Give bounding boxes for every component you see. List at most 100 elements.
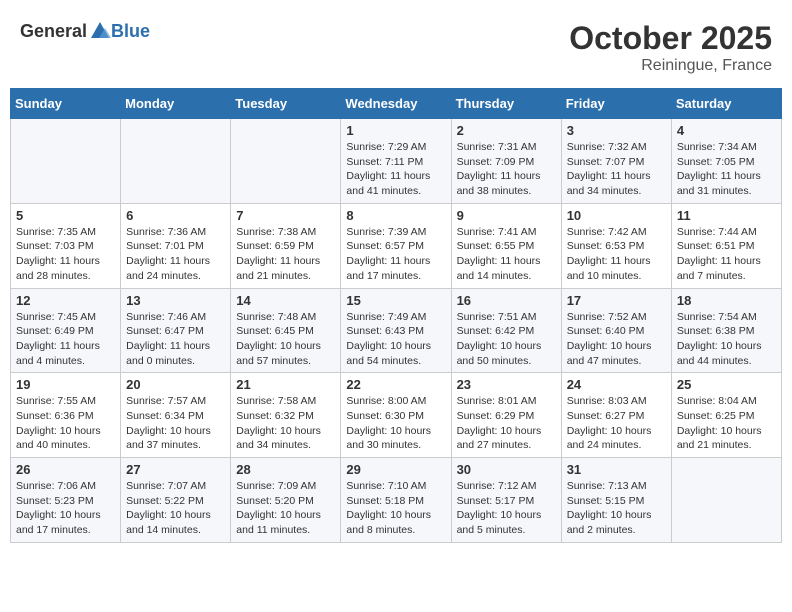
day-info: Sunrise: 7:07 AM Sunset: 5:22 PM Dayligh… [126,479,225,538]
calendar-cell: 20 Sunrise: 7:57 AM Sunset: 6:34 PM Dayli… [121,373,231,458]
day-info: Sunrise: 7:36 AM Sunset: 7:01 PM Dayligh… [126,225,225,284]
calendar-cell: 29 Sunrise: 7:10 AM Sunset: 5:18 PM Dayli… [341,458,451,543]
calendar-cell: 28 Sunrise: 7:09 AM Sunset: 5:20 PM Dayli… [231,458,341,543]
calendar-cell: 26 Sunrise: 7:06 AM Sunset: 5:23 PM Dayli… [11,458,121,543]
day-info: Sunrise: 7:45 AM Sunset: 6:49 PM Dayligh… [16,310,115,369]
calendar-cell: 27 Sunrise: 7:07 AM Sunset: 5:22 PM Dayli… [121,458,231,543]
calendar-cell: 8Sunrise: 7:39 AM Sunset: 6:57 PM Daylig… [341,203,451,288]
day-number: 29 [346,462,445,477]
day-number: 25 [677,377,776,392]
calendar-cell [121,119,231,204]
day-number: 5 [16,208,115,223]
day-number: 27 [126,462,225,477]
calendar-cell [231,119,341,204]
calendar-cell: 12 Sunrise: 7:45 AM Sunset: 6:49 PM Dayli… [11,288,121,373]
day-info: Sunrise: 7:38 AM Sunset: 6:59 PM Dayligh… [236,225,335,284]
day-number: 28 [236,462,335,477]
day-number: 10 [567,208,666,223]
calendar-header: General Blue October 2025 Reiningue, Fra… [10,10,782,80]
calendar-cell: 6 Sunrise: 7:36 AM Sunset: 7:01 PM Daylig… [121,203,231,288]
day-info: Sunrise: 8:04 AM Sunset: 6:25 PM Dayligh… [677,394,776,453]
calendar-cell: 7 Sunrise: 7:38 AM Sunset: 6:59 PM Daylig… [231,203,341,288]
day-number: 23 [457,377,556,392]
calendar-cell: 24 Sunrise: 8:03 AM Sunset: 6:27 PM Dayli… [561,373,671,458]
logo-icon [89,20,111,42]
day-number: 6 [126,208,225,223]
day-number: 3 [567,123,666,138]
calendar-cell: 13 Sunrise: 7:46 AM Sunset: 6:47 PM Dayli… [121,288,231,373]
day-info: Sunrise: 7:46 AM Sunset: 6:47 PM Dayligh… [126,310,225,369]
calendar-cell: 22Sunrise: 8:00 AM Sunset: 6:30 PM Dayli… [341,373,451,458]
calendar-cell [11,119,121,204]
day-info: Sunrise: 7:41 AM Sunset: 6:55 PM Dayligh… [457,225,556,284]
day-info: Sunrise: 7:12 AM Sunset: 5:17 PM Dayligh… [457,479,556,538]
day-info: Sunrise: 8:03 AM Sunset: 6:27 PM Dayligh… [567,394,666,453]
day-info: Sunrise: 7:52 AM Sunset: 6:40 PM Dayligh… [567,310,666,369]
day-number: 2 [457,123,556,138]
day-number: 24 [567,377,666,392]
calendar-week-row: 26 Sunrise: 7:06 AM Sunset: 5:23 PM Dayli… [11,458,782,543]
calendar-cell: 11Sunrise: 7:44 AM Sunset: 6:51 PM Dayli… [671,203,781,288]
day-number: 31 [567,462,666,477]
day-info: Sunrise: 7:29 AM Sunset: 7:11 PM Dayligh… [346,140,445,199]
day-number: 4 [677,123,776,138]
calendar-header-row: SundayMondayTuesdayWednesdayThursdayFrid… [11,89,782,119]
day-info: Sunrise: 7:54 AM Sunset: 6:38 PM Dayligh… [677,310,776,369]
day-info: Sunrise: 7:06 AM Sunset: 5:23 PM Dayligh… [16,479,115,538]
day-info: Sunrise: 7:13 AM Sunset: 5:15 PM Dayligh… [567,479,666,538]
day-number: 20 [126,377,225,392]
day-number: 8 [346,208,445,223]
calendar-cell: 15 Sunrise: 7:49 AM Sunset: 6:43 PM Dayli… [341,288,451,373]
day-number: 13 [126,293,225,308]
day-number: 16 [457,293,556,308]
day-number: 7 [236,208,335,223]
day-number: 17 [567,293,666,308]
day-info: Sunrise: 7:49 AM Sunset: 6:43 PM Dayligh… [346,310,445,369]
day-info: Sunrise: 7:09 AM Sunset: 5:20 PM Dayligh… [236,479,335,538]
day-number: 15 [346,293,445,308]
calendar-cell: 16 Sunrise: 7:51 AM Sunset: 6:42 PM Dayli… [451,288,561,373]
day-info: Sunrise: 8:00 AM Sunset: 6:30 PM Dayligh… [346,394,445,453]
day-info: Sunrise: 7:51 AM Sunset: 6:42 PM Dayligh… [457,310,556,369]
day-of-week-header: Saturday [671,89,781,119]
day-number: 12 [16,293,115,308]
calendar-cell: 14 Sunrise: 7:48 AM Sunset: 6:45 PM Dayli… [231,288,341,373]
day-info: Sunrise: 7:31 AM Sunset: 7:09 PM Dayligh… [457,140,556,199]
day-info: Sunrise: 7:42 AM Sunset: 6:53 PM Dayligh… [567,225,666,284]
logo: General Blue [20,20,150,42]
calendar-cell: 3Sunrise: 7:32 AM Sunset: 7:07 PM Daylig… [561,119,671,204]
calendar-week-row: 5Sunrise: 7:35 AM Sunset: 7:03 PM Daylig… [11,203,782,288]
calendar-week-row: 12 Sunrise: 7:45 AM Sunset: 6:49 PM Dayli… [11,288,782,373]
calendar-cell: 18 Sunrise: 7:54 AM Sunset: 6:38 PM Dayli… [671,288,781,373]
day-number: 1 [346,123,445,138]
day-number: 14 [236,293,335,308]
month-title: October 2025 [569,20,772,57]
calendar-cell: 23 Sunrise: 8:01 AM Sunset: 6:29 PM Dayli… [451,373,561,458]
location: Reiningue, France [569,57,772,75]
day-of-week-header: Friday [561,89,671,119]
day-number: 30 [457,462,556,477]
calendar-cell: 19Sunrise: 7:55 AM Sunset: 6:36 PM Dayli… [11,373,121,458]
day-info: Sunrise: 7:48 AM Sunset: 6:45 PM Dayligh… [236,310,335,369]
day-number: 21 [236,377,335,392]
logo-blue: Blue [111,21,150,42]
day-info: Sunrise: 7:57 AM Sunset: 6:34 PM Dayligh… [126,394,225,453]
logo-general: General [20,21,87,42]
calendar-cell: 9 Sunrise: 7:41 AM Sunset: 6:55 PM Daylig… [451,203,561,288]
calendar-cell: 30 Sunrise: 7:12 AM Sunset: 5:17 PM Dayli… [451,458,561,543]
day-info: Sunrise: 7:44 AM Sunset: 6:51 PM Dayligh… [677,225,776,284]
day-info: Sunrise: 7:10 AM Sunset: 5:18 PM Dayligh… [346,479,445,538]
day-info: Sunrise: 8:01 AM Sunset: 6:29 PM Dayligh… [457,394,556,453]
day-number: 18 [677,293,776,308]
calendar-cell: 10 Sunrise: 7:42 AM Sunset: 6:53 PM Dayli… [561,203,671,288]
calendar-cell: 1 Sunrise: 7:29 AM Sunset: 7:11 PM Daylig… [341,119,451,204]
calendar-cell: 5Sunrise: 7:35 AM Sunset: 7:03 PM Daylig… [11,203,121,288]
day-of-week-header: Wednesday [341,89,451,119]
calendar-cell [671,458,781,543]
month-info: October 2025 Reiningue, France [569,20,772,75]
day-of-week-header: Sunday [11,89,121,119]
day-number: 26 [16,462,115,477]
calendar-cell: 31 Sunrise: 7:13 AM Sunset: 5:15 PM Dayli… [561,458,671,543]
calendar-cell: 4Sunrise: 7:34 AM Sunset: 7:05 PM Daylig… [671,119,781,204]
day-number: 9 [457,208,556,223]
